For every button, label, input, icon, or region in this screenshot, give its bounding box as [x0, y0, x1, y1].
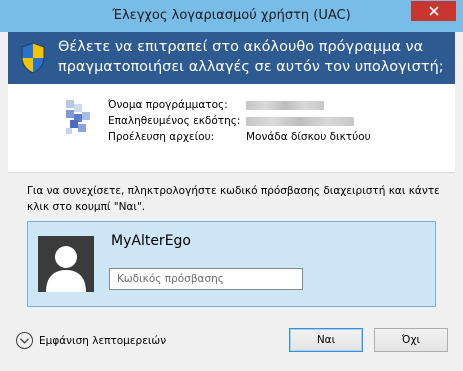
uac-shield-icon: [21, 42, 45, 74]
no-button[interactable]: Όχι: [374, 328, 448, 352]
program-name-label: Όνομα προγράμματος:: [108, 99, 228, 111]
close-button[interactable]: [411, 1, 456, 21]
user-icon: [46, 246, 86, 292]
publisher-redacted: [246, 117, 354, 126]
close-icon: [428, 6, 439, 16]
header-banner: Θέλετε να επιτραπεί στο ακόλουθο πρόγραμ…: [8, 32, 455, 84]
program-details: Όνομα προγράμματος: Επαληθευμένος εκδότη…: [108, 97, 371, 145]
username: MyAlterEgo: [111, 233, 191, 249]
credential-tile[interactable]: MyAlterEgo: [27, 221, 436, 307]
instruction-text: Για να συνεχίσετε, πληκτρολογήστε κωδικό…: [27, 185, 440, 213]
yes-button[interactable]: Ναι: [289, 328, 363, 352]
show-details-label: Εμφάνιση λεπτομερειών: [39, 334, 167, 347]
divider: [8, 172, 455, 173]
title-bar[interactable]: Έλεγχος λογαριασμού χρήστη (UAC): [0, 0, 463, 32]
banner-message: Θέλετε να επιτραπεί στο ακόλουθο πρόγραμ…: [58, 39, 444, 75]
chevron-down-icon: [16, 332, 33, 349]
publisher-row: Επαληθευμένος εκδότης:: [108, 113, 371, 129]
footer: Εμφάνιση λεπτομερειών Ναι Όχι: [8, 316, 455, 371]
window-title: Έλεγχος λογαριασμού χρήστη (UAC): [112, 8, 351, 23]
program-name-value: [246, 97, 324, 113]
uac-dialog: Έλεγχος λογαριασμού χρήστη (UAC) Θέλετε …: [0, 0, 463, 371]
program-name-redacted: [246, 101, 324, 110]
publisher-value: [246, 113, 354, 129]
password-input[interactable]: [109, 268, 303, 290]
origin-value: Μονάδα δίσκου δικτύου: [246, 131, 371, 143]
origin-label: Προέλευση αρχείου:: [108, 131, 215, 143]
show-details-toggle[interactable]: Εμφάνιση λεπτομερειών: [16, 332, 166, 349]
avatar: [38, 236, 94, 292]
origin-row: Προέλευση αρχείου: Μονάδα δίσκου δικτύου: [108, 129, 371, 145]
program-icon: [66, 100, 90, 134]
publisher-label: Επαληθευμένος εκδότης:: [108, 115, 241, 127]
program-name-row: Όνομα προγράμματος:: [108, 97, 371, 113]
program-info-panel: Όνομα προγράμματος: Επαληθευμένος εκδότη…: [8, 84, 455, 172]
